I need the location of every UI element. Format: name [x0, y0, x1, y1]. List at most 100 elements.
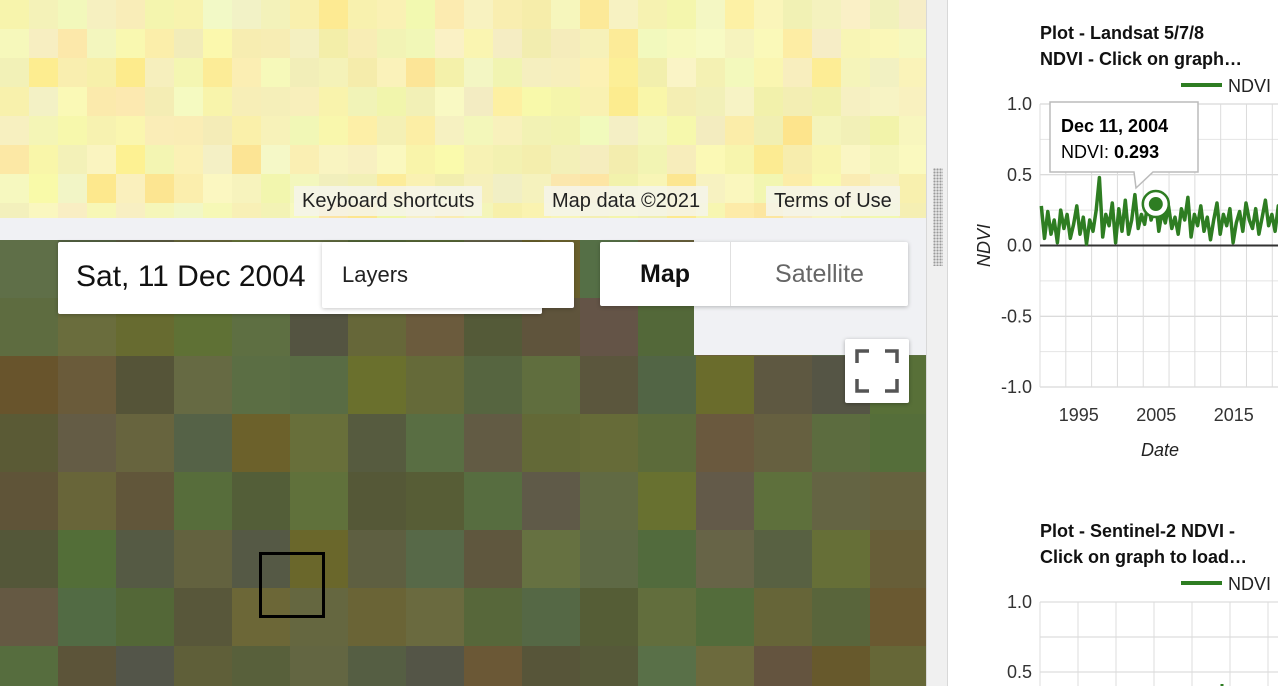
- lower-layer-pixel: [116, 414, 174, 472]
- upper-layer-pixel: [696, 29, 725, 58]
- y-tick-label: 0.0: [1007, 236, 1032, 256]
- drag-handle-icon[interactable]: [933, 168, 943, 266]
- upper-layer-pixel: [464, 116, 493, 145]
- lower-layer-pixel: [638, 356, 696, 414]
- upper-layer-pixel: [754, 145, 783, 174]
- lower-layer-pixel: [0, 530, 58, 588]
- sentinel-ndvi-chart[interactable]: 1.0 0.5 NDVI: [948, 496, 1278, 686]
- upper-layer-pixel: [493, 174, 522, 203]
- upper-layer-pixel: [406, 58, 435, 87]
- upper-layer-pixel: [841, 58, 870, 87]
- y-tick-label: -0.5: [1001, 306, 1032, 326]
- upper-layer-pixel: [667, 0, 696, 29]
- upper-layer-pixel: [319, 145, 348, 174]
- upper-layer-pixel: [29, 174, 58, 203]
- upper-layer-pixel: [696, 145, 725, 174]
- upper-layer-pixel: [145, 0, 174, 29]
- lower-layer-pixel: [522, 356, 580, 414]
- upper-layer-pixel: [725, 116, 754, 145]
- upper-layer-pixel: [203, 87, 232, 116]
- upper-layer-pixel: [58, 87, 87, 116]
- upper-layer-pixel: [0, 203, 29, 218]
- upper-layer-pixel: [464, 29, 493, 58]
- upper-layer-pixel: [551, 0, 580, 29]
- lower-layer-pixel: [580, 472, 638, 530]
- upper-layer-pixel: [899, 87, 926, 116]
- lower-layer-pixel: [580, 646, 638, 686]
- lower-layer-pixel: [58, 530, 116, 588]
- upper-layer-pixel: [58, 145, 87, 174]
- x-tick-label: 2005: [1136, 405, 1176, 425]
- upper-layer-pixel: [841, 145, 870, 174]
- keyboard-shortcuts-link[interactable]: Keyboard shortcuts: [294, 186, 483, 216]
- lower-layer-pixel: [0, 298, 58, 356]
- upper-layer-pixel: [464, 145, 493, 174]
- lower-layer-pixel: [580, 530, 638, 588]
- upper-layer-pixel: [435, 0, 464, 29]
- lower-layer-pixel: [174, 356, 232, 414]
- upper-layer-pixel: [377, 116, 406, 145]
- upper-layer-pixel: [290, 29, 319, 58]
- lower-layer-pixel: [870, 646, 926, 686]
- upper-layer-pixel: [319, 87, 348, 116]
- upper-layer-pixel: [754, 29, 783, 58]
- landsat-ndvi-chart[interactable]: 1.0 0.5 0.0 -0.5 -1.0 1995 2005 2015 NDVI Date…: [948, 0, 1278, 470]
- y-tick-label: 1.0: [1007, 592, 1032, 612]
- lower-layer-pixel: [638, 298, 696, 356]
- map-type-map-button[interactable]: Map: [600, 242, 731, 306]
- lower-layer-pixel: [58, 414, 116, 472]
- upper-layer-pixel: [203, 0, 232, 29]
- highlighted-point[interactable]: [1141, 189, 1171, 219]
- upper-layer-pixel: [609, 58, 638, 87]
- upper-layer-pixel: [899, 145, 926, 174]
- upper-layer-pixel: [493, 116, 522, 145]
- fullscreen-button[interactable]: [845, 339, 909, 403]
- upper-layer-pixel: [203, 203, 232, 218]
- upper-layer-pixel: [696, 87, 725, 116]
- upper-layer-pixel: [174, 87, 203, 116]
- lower-layer-pixel: [522, 530, 580, 588]
- lower-layer-pixel: [696, 356, 754, 414]
- upper-layer-pixel: [116, 29, 145, 58]
- lower-layer-pixel: [116, 356, 174, 414]
- upper-layer-pixel: [841, 116, 870, 145]
- upper-layer-pixel: [116, 203, 145, 218]
- lower-layer-pixel: [406, 472, 464, 530]
- upper-layer-pixel: [870, 87, 899, 116]
- lower-layer-pixel: [116, 530, 174, 588]
- upper-layer-pixel: [87, 203, 116, 218]
- lower-layer-pixel: [464, 588, 522, 646]
- upper-layer-pixel: [435, 58, 464, 87]
- upper-layer-pixel: [667, 145, 696, 174]
- upper-layer-pixel: [203, 145, 232, 174]
- lower-layer-pixel: [638, 646, 696, 686]
- upper-layer-pixel: [725, 87, 754, 116]
- upper-layer-pixel: [232, 116, 261, 145]
- map-view[interactable]: Keyboard shortcuts Map data ©2021 Terms …: [0, 0, 926, 686]
- upper-layer-pixel: [609, 87, 638, 116]
- upper-layer-pixel: [0, 174, 29, 203]
- lower-layer-pixel: [406, 646, 464, 686]
- upper-layer-pixel: [841, 0, 870, 29]
- upper-layer-pixel: [725, 29, 754, 58]
- tooltip-value-line: NDVI: 0.293: [1061, 142, 1159, 162]
- lower-layer-pixel: [754, 414, 812, 472]
- terms-of-use-link[interactable]: Terms of Use: [766, 186, 900, 216]
- upper-layer-pixel: [29, 87, 58, 116]
- lower-layer-pixel: [870, 472, 926, 530]
- upper-layer-pixel: [406, 87, 435, 116]
- layers-button[interactable]: Layers: [322, 242, 574, 308]
- lower-layer-pixel: [348, 588, 406, 646]
- upper-layer-pixel: [232, 203, 261, 218]
- lower-layer-pixel: [638, 588, 696, 646]
- upper-layer-pixel: [493, 203, 522, 218]
- upper-layer-pixel: [0, 145, 29, 174]
- upper-layer-pixel: [203, 174, 232, 203]
- panel-splitter[interactable]: [926, 0, 948, 686]
- map-type-satellite-button[interactable]: Satellite: [731, 242, 908, 306]
- upper-layer-pixel: [261, 58, 290, 87]
- upper-layer-pixel: [145, 58, 174, 87]
- y-tick-label: -1.0: [1001, 377, 1032, 397]
- upper-layer-pixel: [667, 29, 696, 58]
- lower-layer-pixel: [696, 588, 754, 646]
